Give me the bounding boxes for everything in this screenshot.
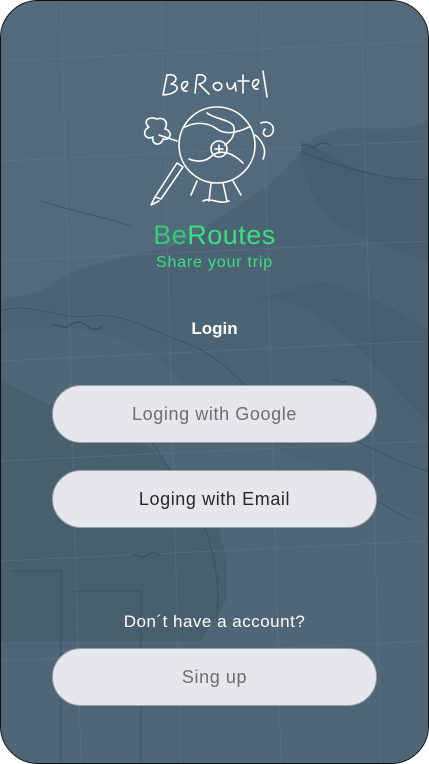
app-title-part-routes: Routes bbox=[187, 220, 276, 250]
phone-frame: BeRoutes Share your trip Login Loging wi… bbox=[0, 0, 429, 764]
signup-prompt: Don´t have a account? bbox=[123, 612, 306, 631]
login-google-button[interactable]: Loging with Google bbox=[52, 385, 377, 443]
login-heading: Login bbox=[191, 319, 238, 338]
app-title-part-be: Be bbox=[153, 220, 188, 250]
login-email-button[interactable]: Loging with Email bbox=[52, 470, 377, 528]
app-title: BeRoutes bbox=[1, 220, 428, 251]
app-tagline: Share your trip bbox=[156, 254, 273, 271]
globe-pen-logo-icon bbox=[143, 70, 275, 206]
signup-button[interactable]: Sing up bbox=[52, 648, 377, 706]
